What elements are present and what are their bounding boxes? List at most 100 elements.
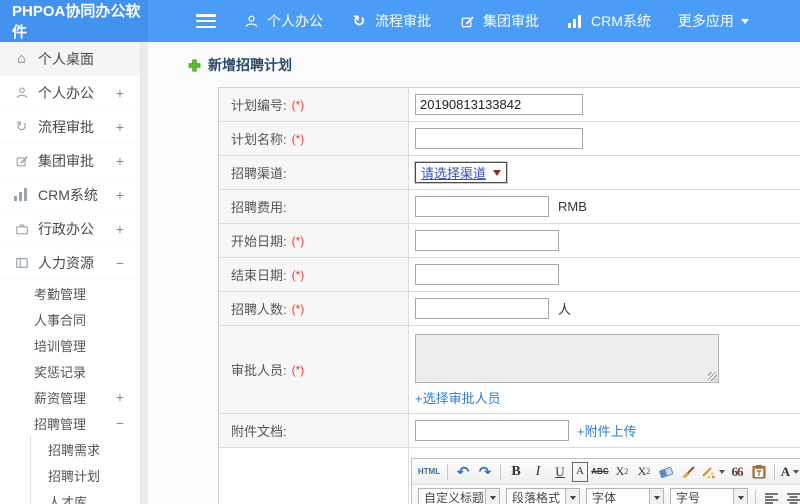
superscript-button[interactable]: X2 [612, 462, 632, 482]
form-row-editor: HTML ↶ ↷ B I U A ABC X2 X2 66 A 自定义标题 段落… [219, 448, 800, 504]
hr-book-icon [13, 254, 30, 271]
channel-select[interactable]: 请选择渠道 [413, 161, 509, 184]
recruit-fee-input[interactable] [415, 196, 549, 217]
plan-number-input[interactable] [415, 94, 583, 115]
sidebar-item-crm[interactable]: CRM系统 + [0, 178, 140, 212]
collapse-minus-icon[interactable]: − [116, 255, 124, 271]
sidebar-item-label: 个人桌面 [38, 50, 94, 67]
font-color-letter: A [780, 463, 791, 479]
sidebar-item-salary[interactable]: 薪资管理 + [0, 384, 140, 410]
align-center-button[interactable] [783, 488, 800, 504]
dropdown-arrow-button[interactable] [485, 488, 499, 504]
eraser-button[interactable] [656, 462, 676, 482]
headcount-input[interactable] [415, 298, 549, 319]
dropdown-caret-icon [718, 469, 725, 474]
nav-item-process-approval[interactable]: ↻ 流程审批 [350, 11, 431, 31]
attachment-input[interactable] [415, 420, 569, 441]
sidebar-item-group-approval[interactable]: 集团审批 + [0, 144, 140, 178]
field-value: HTML ↶ ↷ B I U A ABC X2 X2 66 A 自定义标题 段落… [409, 448, 800, 504]
paragraph-format-dropdown[interactable]: 段落格式 [506, 487, 580, 504]
expand-plus-icon[interactable]: + [116, 85, 124, 101]
dropdown-arrow-button[interactable] [733, 488, 747, 504]
paste-button[interactable] [749, 462, 769, 482]
dropdown-caret-icon [793, 469, 800, 474]
sidebar-item-hr[interactable]: 人力资源 − [0, 246, 140, 280]
approver-textarea[interactable] [415, 334, 719, 383]
sidebar-item-rewards[interactable]: 奖惩记录 [0, 358, 140, 384]
field-label: 审批人员: (*) [219, 326, 409, 413]
blockquote-button[interactable]: 66 [727, 462, 747, 482]
sidebar-item-process-approval[interactable]: ↻ 流程审批 + [0, 110, 140, 144]
strikethrough-button[interactable]: ABC [590, 462, 610, 482]
required-mark: (*) [291, 131, 305, 146]
sidebar-item-personal-office[interactable]: 个人办公 + [0, 76, 140, 110]
font-color-button[interactable]: A [780, 462, 800, 482]
sidebar-item-hr-contract[interactable]: 人事合同 [0, 306, 140, 332]
autotypeset-button[interactable]: A [572, 461, 588, 482]
sidebar-item-label: 招聘需求 [48, 442, 101, 458]
expand-plus-icon[interactable]: + [116, 389, 124, 405]
plan-name-input[interactable] [415, 128, 583, 149]
sidebar-item-recruit-plan[interactable]: 招聘计划 [31, 462, 140, 488]
field-label: 结束日期: (*) [219, 258, 409, 291]
attachment-upload-link[interactable]: +附件上传 [577, 421, 637, 440]
font-size-dropdown[interactable]: 字号 [670, 487, 748, 504]
expand-plus-icon[interactable]: + [116, 153, 124, 169]
start-date-input[interactable] [415, 230, 559, 251]
toolbar-separator [755, 489, 756, 504]
toolbar-separator [773, 463, 775, 480]
nav-item-personal-office[interactable]: 个人办公 [242, 11, 323, 31]
field-label: 开始日期: (*) [219, 224, 409, 257]
field-label-text: 审批人员: [231, 363, 287, 378]
field-label: 附件文档: [219, 414, 409, 447]
hamburger-menu-icon[interactable] [196, 14, 216, 28]
process-loop-icon: ↻ [352, 12, 366, 30]
field-label: 计划编号: (*) [219, 88, 409, 121]
redo-button[interactable]: ↷ [475, 462, 495, 482]
sidebar-item-recruit-demand[interactable]: 招聘需求 [31, 436, 140, 462]
dropdown-label: 自定义标题 [424, 491, 485, 504]
top-navbar: PHPOA协同办公软件 个人办公 ↻ 流程审批 集团审批 CRM系统 更多应用 [0, 0, 800, 42]
sidebar-item-desktop[interactable]: ⌂ 个人桌面 [0, 42, 140, 76]
expand-plus-icon[interactable]: + [116, 187, 124, 203]
sidebar-item-label: 人力资源 [38, 254, 94, 271]
custom-title-dropdown[interactable]: 自定义标题 [418, 487, 500, 504]
sidebar-item-admin-office[interactable]: 行政办公 + [0, 212, 140, 246]
align-left-button[interactable] [761, 488, 781, 504]
html-source-button[interactable]: HTML [416, 462, 442, 482]
collapse-minus-icon[interactable]: − [116, 415, 124, 431]
expand-plus-icon[interactable]: + [116, 221, 124, 237]
form-row: 招聘渠道: 请选择渠道 [219, 156, 800, 190]
sidebar-item-recruit-mgmt[interactable]: 招聘管理 − [0, 410, 140, 436]
sidebar-item-training[interactable]: 培训管理 [0, 332, 140, 358]
sidebar-item-label: 人事合同 [34, 312, 87, 328]
nav-item-more-apps[interactable]: 更多应用 [678, 11, 749, 31]
font-family-dropdown[interactable]: 字体 [586, 487, 664, 504]
sidebar-item-talent-pool[interactable]: 人才库 [31, 488, 140, 504]
bar-chart-icon [13, 186, 30, 203]
select-approver-link[interactable]: +选择审批人员 [415, 388, 501, 407]
undo-button[interactable]: ↶ [453, 462, 473, 482]
underline-button[interactable]: U [550, 462, 570, 482]
user-icon [13, 84, 30, 101]
format-painter-button[interactable] [700, 462, 725, 482]
sidebar-scrollbar[interactable] [140, 42, 148, 504]
sidebar-item-label: 人才库 [48, 494, 88, 504]
required-mark: (*) [291, 362, 305, 377]
nav-item-group-approval[interactable]: 集团审批 [458, 11, 539, 31]
sidebar-item-label: 流程审批 [38, 118, 94, 135]
dropdown-arrow-button[interactable] [649, 488, 663, 504]
nav-item-crm[interactable]: CRM系统 [566, 11, 651, 31]
chevron-down-icon [740, 18, 749, 24]
sidebar-item-label: 行政办公 [38, 220, 94, 237]
nav-label: 集团审批 [483, 13, 539, 29]
subscript-button[interactable]: X2 [634, 462, 654, 482]
sidebar-item-attendance[interactable]: 考勤管理 [0, 280, 140, 306]
field-value [409, 122, 800, 155]
expand-plus-icon[interactable]: + [116, 119, 124, 135]
italic-button[interactable]: I [528, 462, 548, 482]
clean-brush-button[interactable] [678, 462, 698, 482]
dropdown-arrow-button[interactable] [565, 488, 579, 504]
end-date-input[interactable] [415, 264, 559, 285]
bold-button[interactable]: B [506, 462, 526, 482]
